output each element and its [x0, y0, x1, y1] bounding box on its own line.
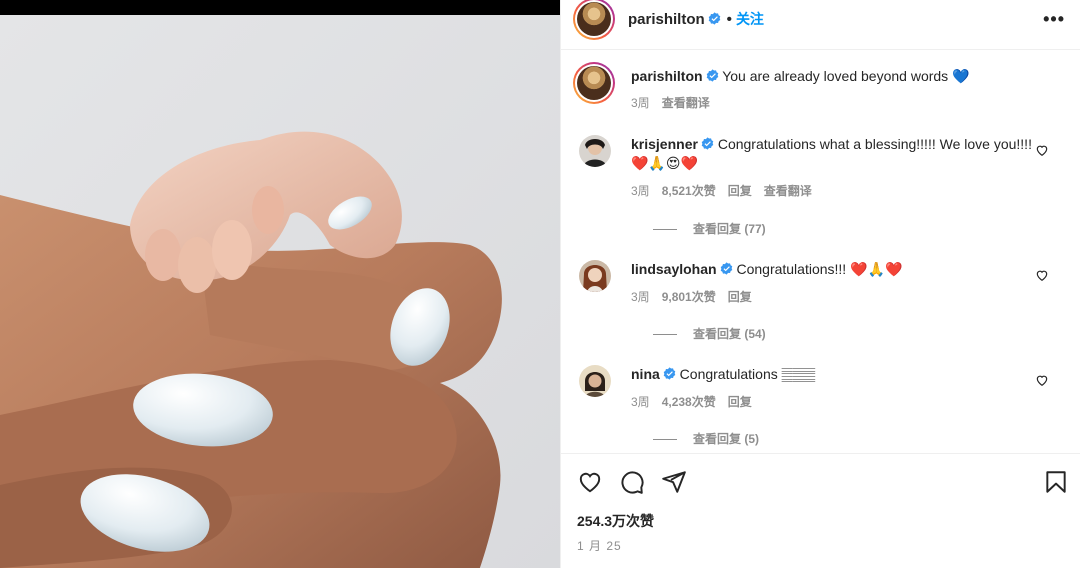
heart-icon[interactable] [1035, 373, 1049, 387]
comment-likes[interactable]: 8,521次赞 [662, 184, 716, 198]
caption-meta: 3周 查看翻译 [631, 94, 722, 111]
baby-hand-image [0, 15, 560, 568]
caption-time: 3周 [631, 96, 650, 110]
comment-avatar[interactable] [579, 135, 611, 167]
reply-button[interactable]: 回复 [728, 184, 752, 198]
view-replies-label: 查看回复 (5) [693, 432, 760, 446]
heart-icon[interactable] [1035, 143, 1049, 157]
comment-username[interactable]: krisjenner [631, 136, 698, 152]
author-avatar[interactable] [573, 0, 615, 40]
post-header: parishilton • 关注 ••• [561, 0, 1080, 50]
verified-badge-icon [708, 12, 720, 25]
bookmark-icon[interactable] [1043, 469, 1069, 495]
comment-item: lindsaylohan Congratulations!!! ❤️🙏❤️ 3周… [579, 260, 1059, 350]
heart-icon[interactable] [577, 469, 603, 495]
divider-line [653, 334, 677, 335]
photo-top-bar [0, 0, 560, 15]
post-photo[interactable] [0, 0, 560, 568]
comment-meta: 3周 4,238次赞 回复 [631, 393, 764, 410]
view-replies-button[interactable]: 查看回复 (54) [653, 325, 766, 342]
heart-icon[interactable] [1035, 268, 1049, 282]
view-replies-button[interactable]: 查看回复 (5) [653, 430, 759, 447]
comment-body: nina Congratulations 𝄛𝄛𝄛 [631, 365, 1051, 384]
comment-body: krisjenner Congratulations what a blessi… [631, 135, 1051, 173]
comment-text: Congratulations!!! ❤️🙏❤️ [736, 261, 903, 277]
comment-likes[interactable]: 4,238次赞 [662, 395, 716, 409]
comment-time: 3周 [631, 395, 650, 409]
share-icon[interactable] [661, 469, 687, 495]
like-count[interactable]: 254.3万次赞 [577, 511, 654, 531]
post-detail-panel: parishilton • 关注 ••• parishilton You are a… [560, 0, 1080, 568]
post-author: parishilton • 关注 [628, 9, 764, 29]
caption-username[interactable]: parishilton [631, 68, 703, 84]
post-actions: 254.3万次赞 1 月 25 [561, 453, 1080, 568]
caption-text: You are already loved beyond words 💙 [722, 68, 970, 84]
follow-button[interactable]: 关注 [736, 11, 764, 27]
translate-link[interactable]: 查看翻译 [764, 184, 812, 198]
verified-badge-icon [663, 367, 676, 380]
comment-item: krisjenner Congratulations what a blessi… [579, 135, 1059, 237]
comment-meta: 3周 8,521次赞 回复 查看翻译 [631, 182, 824, 199]
comment-username[interactable]: lindsaylohan [631, 261, 717, 277]
comment-icon[interactable] [619, 469, 645, 495]
verified-badge-icon [706, 69, 718, 82]
view-replies-button[interactable]: 查看回复 (77) [653, 220, 766, 237]
comment-username[interactable]: nina [631, 366, 660, 382]
verified-badge-icon [720, 262, 732, 275]
reply-button[interactable]: 回复 [728, 395, 752, 409]
comment-item: nina Congratulations 𝄛𝄛𝄛 3周 4,238次赞 回复 查看回… [579, 365, 1059, 453]
comments-section[interactable]: parishilton You are already loved beyond… [561, 50, 1080, 453]
comment-meta: 3周 9,801次赞 回复 [631, 288, 764, 305]
divider-line [653, 229, 677, 230]
view-replies-label: 查看回复 (77) [693, 222, 766, 236]
more-icon[interactable]: ••• [1043, 9, 1065, 30]
comment-likes[interactable]: 9,801次赞 [662, 290, 716, 304]
separator-dot: • [726, 11, 732, 28]
comment-avatar[interactable] [579, 260, 611, 292]
verified-badge-icon [701, 137, 714, 150]
view-replies-label: 查看回复 (54) [693, 327, 766, 341]
post-date: 1 月 25 [577, 539, 622, 553]
reply-button[interactable]: 回复 [728, 290, 752, 304]
comment-time: 3周 [631, 184, 650, 198]
caption-translate-link[interactable]: 查看翻译 [662, 96, 710, 110]
caption-avatar[interactable] [573, 62, 615, 104]
divider-line [653, 439, 677, 440]
comment-avatar[interactable] [579, 365, 611, 397]
comment-time: 3周 [631, 290, 650, 304]
author-username[interactable]: parishilton [628, 11, 705, 28]
comment-text: Congratulations 𝄛𝄛𝄛 [679, 366, 816, 382]
comment-body: lindsaylohan Congratulations!!! ❤️🙏❤️ [631, 260, 1051, 279]
